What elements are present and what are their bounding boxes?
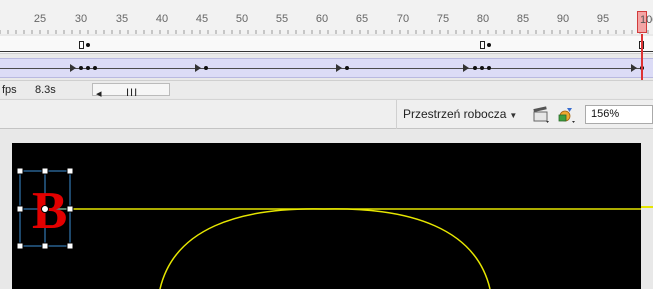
keyframe-dot[interactable] (487, 66, 491, 70)
frame-number: 85 (516, 13, 530, 25)
keyframe-marker[interactable] (79, 41, 84, 49)
edit-symbols-icon[interactable] (557, 106, 577, 124)
scroll-thumb-grip[interactable]: III (126, 87, 138, 99)
playhead-line (641, 34, 643, 80)
tween-arrow-icon (463, 64, 469, 72)
keyframe-dot[interactable] (204, 66, 208, 70)
keyframe-dot[interactable] (86, 43, 90, 47)
frame-number: 95 (596, 13, 610, 25)
frame-number: 40 (155, 13, 169, 25)
workspace-menu-label: Przestrzeń robocza (403, 107, 507, 121)
keyframe-dot[interactable] (345, 66, 349, 70)
chevron-down-icon: ▼ (509, 111, 518, 120)
frame-number: 70 (396, 13, 410, 25)
keyframe-dot[interactable] (473, 66, 477, 70)
keyframe-dot[interactable] (86, 66, 90, 70)
layer-frame-line (0, 51, 653, 52)
transform-handle-bottom (41, 242, 49, 250)
elapsed-time: 8.3s (35, 84, 56, 96)
tween-arrow-icon (336, 64, 342, 72)
transform-handles[interactable] (12, 143, 641, 289)
playhead-frame-number: 100 (640, 14, 653, 26)
transform-handle-left (16, 205, 24, 213)
transform-handle-top-left (16, 167, 24, 175)
edit-scene-icon[interactable] (531, 106, 551, 124)
stage-canvas[interactable]: B (12, 143, 641, 289)
transform-handle-bottom-right (66, 242, 74, 250)
frame-number: 50 (235, 13, 249, 25)
transform-handle-right (66, 205, 74, 213)
frame-number: 65 (355, 13, 369, 25)
frame-number: 30 (74, 13, 88, 25)
frame-number: 75 (436, 13, 450, 25)
frame-number: 80 (476, 13, 490, 25)
workspace-menu-button[interactable]: Przestrzeń robocza ▼ (396, 100, 523, 129)
frame-number: 60 (315, 13, 329, 25)
transform-pivot-point (41, 205, 49, 213)
zoom-level-field[interactable]: 156% (585, 105, 653, 124)
ruler-ticks (0, 30, 649, 34)
fps-label: fps (2, 84, 17, 96)
keyframe-dot[interactable] (93, 66, 97, 70)
keyframe-dot[interactable] (487, 43, 491, 47)
keyframe-marker[interactable] (480, 41, 485, 49)
transform-handle-top-right (66, 167, 74, 175)
timeline-horizontal-scrollbar[interactable]: ◂ III (92, 83, 170, 100)
frame-number: 45 (195, 13, 209, 25)
transform-handle-top (41, 167, 49, 175)
timeline-status-bar: fps 8.3s ◂ III (0, 80, 653, 100)
keyframe-dot[interactable] (480, 66, 484, 70)
tween-arrow-icon (195, 64, 201, 72)
keyframe-dot[interactable] (79, 66, 83, 70)
motion-guide-offstage (641, 206, 653, 208)
frame-number: 25 (33, 13, 47, 25)
frame-number: 55 (275, 13, 289, 25)
timeline-layer-row[interactable] (0, 36, 653, 54)
tween-arrow-icon (70, 64, 76, 72)
timeline-ruler[interactable]: 25 30 35 40 45 50 55 60 65 70 75 80 85 9… (0, 0, 653, 34)
edit-bar: Przestrzeń robocza ▼ 156% (0, 99, 653, 129)
frame-number: 90 (556, 13, 570, 25)
transform-handle-bottom-left (16, 242, 24, 250)
timeline-tween-row[interactable] (0, 58, 653, 78)
frame-number: 35 (115, 13, 129, 25)
tween-arrow-icon (631, 64, 637, 72)
pasteboard[interactable]: B (0, 130, 653, 289)
